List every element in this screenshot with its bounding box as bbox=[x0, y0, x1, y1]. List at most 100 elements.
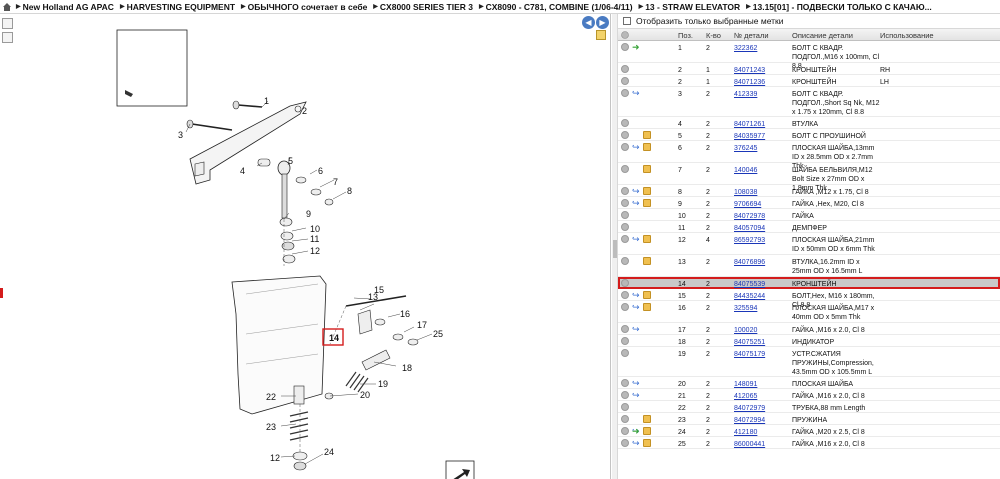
select-circle-icon[interactable] bbox=[621, 235, 629, 243]
row-part-number[interactable]: 84075251 bbox=[734, 338, 765, 347]
select-circle-icon[interactable] bbox=[621, 325, 629, 333]
row-part-number[interactable]: 412065 bbox=[734, 392, 757, 401]
row-part-number[interactable]: 84072979 bbox=[734, 404, 765, 413]
table-row[interactable]: ↪ 25 2 86000441 ГАЙКА ,M16 x 2.0, Cl 8 bbox=[618, 437, 1000, 449]
row-part-number[interactable]: 84035977 bbox=[734, 132, 765, 141]
select-circle-icon[interactable] bbox=[621, 439, 629, 447]
table-row[interactable]: ↪ 16 2 325594 ПЛОСКАЯ ШАЙБА,M17 x 40mm OD x … bbox=[618, 301, 1000, 323]
col-header-part-number[interactable]: № детали bbox=[734, 31, 769, 40]
row-part-number[interactable]: 84435244 bbox=[734, 292, 765, 301]
green-arrow-icon[interactable]: ➜ bbox=[632, 427, 640, 436]
select-circle-icon[interactable] bbox=[621, 199, 629, 207]
select-circle-icon[interactable] bbox=[621, 257, 629, 265]
select-circle-icon[interactable] bbox=[621, 187, 629, 195]
replacement-arrow-icon[interactable]: ↪ bbox=[632, 235, 640, 244]
replacement-arrow-icon[interactable]: ↪ bbox=[632, 325, 640, 334]
row-part-number[interactable]: 86000441 bbox=[734, 440, 765, 449]
table-row[interactable]: ↪ 20 2 148091 ПЛОСКАЯ ШАЙБА bbox=[618, 377, 1000, 389]
show-selected-only-checkbox[interactable] bbox=[623, 17, 631, 25]
col-header-qty[interactable]: К-во bbox=[706, 31, 721, 40]
row-part-number[interactable]: 108038 bbox=[734, 188, 757, 197]
package-icon[interactable] bbox=[643, 131, 651, 139]
table-row[interactable]: ↪ 21 2 412065 ГАЙКА ,M16 x 2.0, Cl 8 bbox=[618, 389, 1000, 401]
select-circle-icon[interactable] bbox=[621, 379, 629, 387]
row-part-number[interactable]: 140046 bbox=[734, 166, 757, 175]
table-row[interactable]: 19 2 84075179 УСТР.СЖАТИЯ ПРУЖИНЫ,Compressi… bbox=[618, 347, 1000, 377]
table-row[interactable]: 7 2 140046 ШАЙБА БЕЛЬВИЛЯ,M12 Bolt Size x 2… bbox=[618, 163, 1000, 192]
select-circle-icon[interactable] bbox=[621, 131, 629, 139]
home-icon[interactable] bbox=[2, 2, 12, 12]
replacement-arrow-icon[interactable]: ↪ bbox=[632, 303, 640, 312]
row-part-number[interactable]: 412339 bbox=[734, 90, 757, 99]
table-row[interactable]: 4 2 84071261 ВТУЛКА bbox=[618, 117, 1000, 129]
breadcrumb-item[interactable]: 13 - STRAW ELEVATOR bbox=[639, 2, 740, 12]
row-part-number[interactable]: 84071236 bbox=[734, 78, 765, 87]
table-row[interactable]: 5 2 84035977 БОЛТ С ПРОУШИНОЙ bbox=[618, 129, 1000, 141]
table-row[interactable]: 22 2 84072979 ТРУБКА,88 mm Length bbox=[618, 401, 1000, 413]
row-part-number[interactable]: 84071261 bbox=[734, 120, 765, 129]
replacement-arrow-icon[interactable]: ↪ bbox=[632, 187, 640, 196]
breadcrumb-item[interactable]: CX8090 - C781, COMBINE (1/06-4/11) bbox=[479, 2, 633, 12]
select-circle-icon[interactable] bbox=[621, 211, 629, 219]
select-circle-icon[interactable] bbox=[621, 223, 629, 231]
breadcrumb-item[interactable]: ОБЫЧНОГО сочетает в себе bbox=[241, 2, 368, 12]
row-part-number[interactable]: 325594 bbox=[734, 304, 757, 313]
table-row[interactable]: ↪ ➜ 24 2 412180 ГАЙКА ,M20 x 2.5, Cl 8 bbox=[618, 425, 1000, 437]
table-row[interactable]: ↪ 6 2 376245 ПЛОСКАЯ ШАЙБА,13mm ID x 28.5mm … bbox=[618, 141, 1000, 170]
replacement-arrow-icon[interactable]: ↪ bbox=[632, 89, 640, 98]
table-row[interactable]: ↪ 3 2 412339 БОЛТ С КВАДР. ПОДГОЛ.,Short Sq … bbox=[618, 87, 1000, 117]
col-header-description[interactable]: Описание детали bbox=[792, 31, 853, 40]
row-part-number[interactable]: 9706694 bbox=[734, 200, 761, 209]
package-icon[interactable] bbox=[643, 257, 651, 265]
select-circle-icon[interactable] bbox=[621, 403, 629, 411]
row-part-number[interactable]: 84076896 bbox=[734, 258, 765, 267]
col-header-pos[interactable]: Поз. bbox=[678, 31, 693, 40]
package-icon[interactable] bbox=[643, 199, 651, 207]
replacement-arrow-icon[interactable]: ↪ bbox=[632, 143, 640, 152]
select-circle-icon[interactable] bbox=[621, 415, 629, 423]
package-icon[interactable] bbox=[643, 427, 651, 435]
breadcrumb-item[interactable]: HARVESTING EQUIPMENT bbox=[120, 2, 235, 12]
table-row[interactable]: ↪ 9 2 9706694 ГАЙКА ,Hex, M20, Cl 8 bbox=[618, 197, 1000, 209]
replacement-arrow-icon[interactable]: ↪ bbox=[632, 199, 640, 208]
table-row[interactable]: 11 2 84057094 ДЕМПФЕР bbox=[618, 221, 1000, 233]
replacement-arrow-icon[interactable]: ↪ bbox=[632, 291, 640, 300]
package-icon[interactable] bbox=[643, 143, 651, 151]
select-circle-icon[interactable] bbox=[621, 65, 629, 73]
select-circle-icon[interactable] bbox=[621, 291, 629, 299]
select-circle-icon[interactable] bbox=[621, 337, 629, 345]
row-part-number[interactable]: 100020 bbox=[734, 326, 757, 335]
table-row[interactable]: 13 2 84076896 ВТУЛКА,16.2mm ID x 25mm OD x … bbox=[618, 255, 1000, 277]
package-icon[interactable] bbox=[643, 415, 651, 423]
row-part-number[interactable]: 86592793 bbox=[734, 236, 765, 245]
row-part-number[interactable]: 84057094 bbox=[734, 224, 765, 233]
row-part-number[interactable]: 84071243 bbox=[734, 66, 765, 75]
table-row[interactable]: 2 1 84071236 КРОНШТЕЙН LH bbox=[618, 75, 1000, 87]
select-circle-icon[interactable] bbox=[621, 165, 629, 173]
table-row[interactable]: 10 2 84072978 ГАЙКА bbox=[618, 209, 1000, 221]
package-icon[interactable] bbox=[643, 235, 651, 243]
col-header-usage[interactable]: Использование bbox=[880, 31, 934, 40]
replacement-arrow-icon[interactable]: ↪ bbox=[632, 391, 640, 400]
table-row[interactable]: ➜ 1 2 322362 БОЛТ С КВАДР. ПОДГОЛ.,M16 x 100… bbox=[618, 41, 1000, 70]
breadcrumb-item[interactable]: 13.15[01] - ПОДВЕСКИ ТОЛЬКО С КАЧАЮ... bbox=[746, 2, 932, 12]
select-circle-icon[interactable] bbox=[621, 77, 629, 85]
package-icon[interactable] bbox=[643, 187, 651, 195]
table-row[interactable]: ↪ 8 2 108038 ГАЙКА ,M12 x 1.75, Cl 8 bbox=[618, 185, 1000, 197]
green-arrow-icon[interactable]: ➜ bbox=[632, 43, 640, 52]
package-icon[interactable] bbox=[643, 165, 651, 173]
row-part-number[interactable]: 412180 bbox=[734, 428, 757, 437]
table-row[interactable]: 18 2 84075251 ИНДИКАТОР bbox=[618, 335, 1000, 347]
table-row[interactable]: 14 2 84075539 КРОНШТЕЙН bbox=[618, 277, 1000, 289]
select-circle-icon[interactable] bbox=[621, 119, 629, 127]
select-circle-icon[interactable] bbox=[621, 43, 629, 51]
replacement-arrow-icon[interactable]: ↪ bbox=[632, 379, 640, 388]
select-circle-icon[interactable] bbox=[621, 279, 629, 287]
row-part-number[interactable]: 84075179 bbox=[734, 350, 765, 359]
replacement-arrow-icon[interactable]: ↪ bbox=[632, 439, 640, 448]
select-circle-icon[interactable] bbox=[621, 143, 629, 151]
notes-icon[interactable] bbox=[596, 30, 606, 40]
row-part-number[interactable]: 376245 bbox=[734, 144, 757, 153]
table-row[interactable]: ↪ 17 2 100020 ГАЙКА ,M16 x 2.0, Cl 8 bbox=[618, 323, 1000, 335]
breadcrumb-item[interactable]: CX8000 SERIES TIER 3 bbox=[373, 2, 473, 12]
